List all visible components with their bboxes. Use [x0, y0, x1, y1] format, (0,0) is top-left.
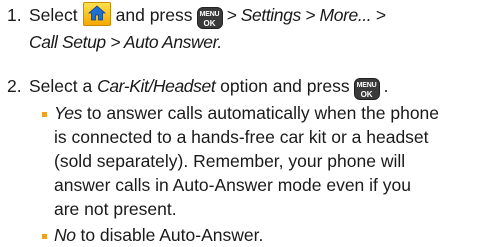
- step-1: 1. Select and press MENU OK > Settings > More…: [7, 2, 386, 29]
- bullet-yes-line: Yes to answer calls automatically when t…: [54, 103, 440, 123]
- step-text: and press: [115, 5, 193, 25]
- step-text: Select a: [29, 76, 93, 96]
- bullet-yes-line: answer calls in Auto-Answer mode even if…: [54, 175, 411, 195]
- home-icon: [82, 2, 111, 26]
- step-2: 2. Select a Car-Kit/Headset option and pr…: [7, 76, 389, 100]
- menu-path: Call Setup > Auto Answer.: [29, 32, 222, 52]
- menu-ok-key-icon: MENU OK: [196, 7, 223, 29]
- bullet-term: No: [54, 225, 76, 245]
- bullet-yes-line: are not present.: [54, 199, 177, 219]
- menu-path: > Settings > More... >: [226, 5, 386, 25]
- step-number: 2.: [7, 76, 22, 96]
- bullet-term: Yes: [54, 103, 82, 123]
- bullet-yes-line: (sold separately). Remember, your phone …: [54, 151, 406, 171]
- step-number: 1.: [7, 5, 22, 25]
- step-text: Select: [29, 5, 78, 25]
- bullet-no-line: No to disable Auto-Answer.: [54, 225, 264, 245]
- step-1-path-continued: Call Setup > Auto Answer.: [29, 30, 222, 54]
- option-name: Car-Kit/Headset: [97, 76, 216, 96]
- bullet-yes-line: is connected to a hands-free car kit or …: [54, 127, 429, 147]
- bullet-square-icon: [42, 234, 47, 239]
- bullet-square-icon: [42, 112, 47, 117]
- menu-ok-key-icon: MENU OK: [353, 78, 380, 100]
- step-text: option and press: [220, 76, 350, 96]
